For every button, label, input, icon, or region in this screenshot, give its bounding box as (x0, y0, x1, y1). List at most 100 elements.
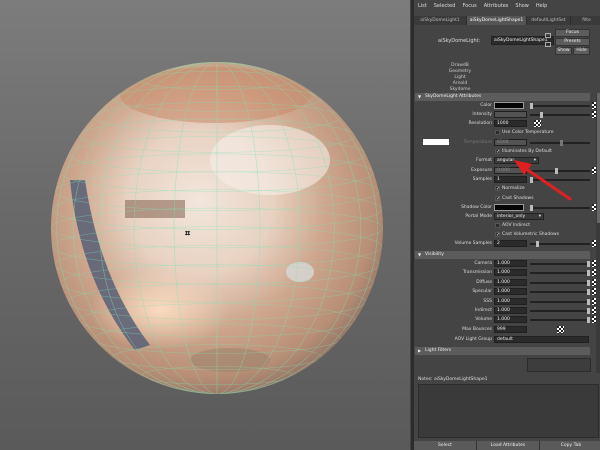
visibility-row-diffuse: Diffuse 1.000 (414, 278, 600, 288)
intensity-row: Intensity (414, 111, 600, 120)
visibility-label: Volume (475, 317, 492, 323)
editor-bottom-bar: Select Load Attributes Copy Tab (414, 441, 600, 450)
color-slider[interactable] (530, 103, 590, 109)
light-filters-box (527, 358, 591, 372)
skydome-sphere[interactable] (0, 0, 410, 450)
shadow-color-slider[interactable] (530, 205, 590, 211)
shadow-color-swatch[interactable] (494, 204, 524, 211)
temperature-slider[interactable] (530, 140, 590, 146)
format-dropdown[interactable]: angular (494, 157, 539, 164)
color-swatch[interactable] (494, 102, 524, 109)
intensity-label: Intensity (472, 112, 492, 117)
notes-label: Notes: (418, 377, 433, 382)
show-button[interactable]: Show (555, 47, 572, 55)
exposure-slider[interactable] (530, 168, 590, 174)
notes-textarea[interactable] (418, 384, 599, 438)
resolution-label: Resolution (468, 121, 492, 126)
visibility-field[interactable]: 1.000 (494, 297, 527, 305)
visibility-label: Transmission (462, 270, 492, 276)
samples-slider[interactable] (530, 177, 590, 183)
temperature-label: Temperature (463, 140, 492, 145)
cast-volumetric-shadows-checkbox[interactable]: ✓ (495, 232, 500, 238)
node-classification: DrawdB Geometry Light Arnold Skydome (434, 63, 486, 93)
intensity-field[interactable] (494, 111, 527, 118)
exposure-field[interactable]: 0.000 (494, 167, 527, 174)
node-goto-icon[interactable] (545, 42, 551, 47)
max-bounces-field[interactable]: 999 (494, 326, 527, 333)
editor-scrollbar[interactable] (596, 93, 600, 373)
presets-button[interactable]: Presets (555, 38, 590, 46)
normalize-label: Normalize (502, 186, 525, 191)
visibility-field[interactable]: 1.000 (494, 260, 527, 267)
visibility-field[interactable]: 1.000 (494, 278, 527, 286)
resolution-field[interactable]: 1000 (494, 120, 527, 127)
normalize-checkbox[interactable]: ✓ (495, 186, 500, 192)
color-label: Color (480, 103, 492, 108)
menu-attributes[interactable]: Attributes (484, 3, 509, 11)
visibility-slider[interactable] (530, 261, 590, 267)
notes-header: Notes: aiSkyDomeLightShape1 (418, 377, 598, 382)
menu-selected[interactable]: Selected (434, 3, 456, 11)
attribute-editor-menubar: List Selected Focus Attributes Show Help (418, 3, 547, 11)
tab-skydome-transform[interactable]: aiSkyDomeLight1 (414, 16, 467, 25)
visibility-slider[interactable] (530, 289, 590, 296)
section-skydome-attributes[interactable]: SkyDomeLight Attributes (415, 93, 590, 101)
visibility-slider[interactable] (530, 298, 590, 305)
portal-mode-label: Portal Mode (465, 214, 492, 219)
max-bounces-label: Max Bounces (462, 327, 492, 332)
cast-shadows-row: ✓ Cast Shadows (414, 195, 600, 204)
tab-filter[interactable]: filte (571, 16, 600, 25)
tab-default-light-set[interactable]: defaultLightSet (527, 16, 571, 25)
visibility-label: Specular (472, 289, 492, 295)
cursor-icon: ⌗ (185, 229, 191, 239)
notes-node-name: aiSkyDomeLightShape1 (433, 377, 488, 382)
menu-list[interactable]: List (418, 3, 427, 11)
samples-row: Samples 1 (414, 176, 600, 185)
temperature-field[interactable]: 6500 (494, 139, 527, 146)
tab-skydome-shape[interactable]: aiSkyDomeLightShape1 (467, 16, 527, 25)
node-tabs: aiSkyDomeLight1 aiSkyDomeLightShape1 def… (414, 16, 600, 25)
max-bounces-map-icon[interactable] (557, 326, 564, 333)
intensity-slider[interactable] (530, 112, 590, 118)
aov-light-group-field[interactable]: default (494, 336, 589, 343)
volume-samples-field[interactable]: 2 (494, 240, 527, 247)
viewport-panel[interactable]: ⌗ (0, 0, 410, 450)
section-visibility[interactable]: Visibility (415, 251, 590, 259)
resolution-row: Resolution 1000 (414, 120, 600, 129)
cast-shadows-checkbox[interactable]: ✓ (495, 196, 500, 202)
visibility-field[interactable]: 1.000 (494, 269, 527, 277)
volume-samples-label: Volume Samples (454, 241, 492, 246)
visibility-field[interactable]: 1.000 (494, 307, 527, 314)
node-focus-icon[interactable] (545, 33, 551, 38)
visibility-slider[interactable] (530, 270, 590, 277)
visibility-label: Camera (474, 261, 492, 266)
visibility-slider[interactable] (530, 308, 590, 314)
color-row: Color (414, 102, 600, 111)
visibility-row-indirect: Indirect 1.000 (414, 307, 600, 316)
portal-mode-dropdown[interactable]: interior_only (494, 213, 544, 220)
use-color-temperature-row: Use Color Temperature (414, 129, 600, 138)
visibility-slider[interactable] (530, 279, 590, 286)
use-color-temperature-checkbox[interactable] (495, 130, 500, 135)
resolution-map-icon[interactable] (534, 120, 541, 127)
menu-help[interactable]: Help (536, 3, 547, 11)
copy-tab-button[interactable]: Copy Tab (540, 441, 600, 450)
volume-samples-slider[interactable] (530, 241, 590, 247)
visibility-field[interactable]: 1.000 (494, 316, 527, 324)
section-light-filters[interactable]: Light Filters (415, 347, 590, 355)
focus-button[interactable]: Focus (555, 29, 590, 37)
visibility-field[interactable]: 1.000 (494, 288, 527, 296)
menu-focus[interactable]: Focus (462, 3, 476, 11)
aov-indirect-checkbox[interactable] (495, 223, 500, 228)
samples-label: Samples (472, 177, 492, 182)
volume-samples-row: Volume Samples 2 (414, 240, 600, 249)
visibility-row-specular: Specular 1.000 (414, 288, 600, 297)
menu-show[interactable]: Show (515, 3, 529, 11)
cast-volumetric-shadows-row: ✓ Cast Volumetric Shadows (414, 231, 600, 240)
illuminates-by-default-checkbox[interactable]: ✓ (495, 149, 500, 155)
hide-button[interactable]: Hide (573, 47, 590, 55)
load-attributes-button[interactable]: Load Attributes (477, 441, 540, 450)
samples-field[interactable]: 1 (494, 176, 527, 183)
visibility-slider[interactable] (530, 317, 590, 324)
select-button[interactable]: Select (414, 441, 477, 450)
